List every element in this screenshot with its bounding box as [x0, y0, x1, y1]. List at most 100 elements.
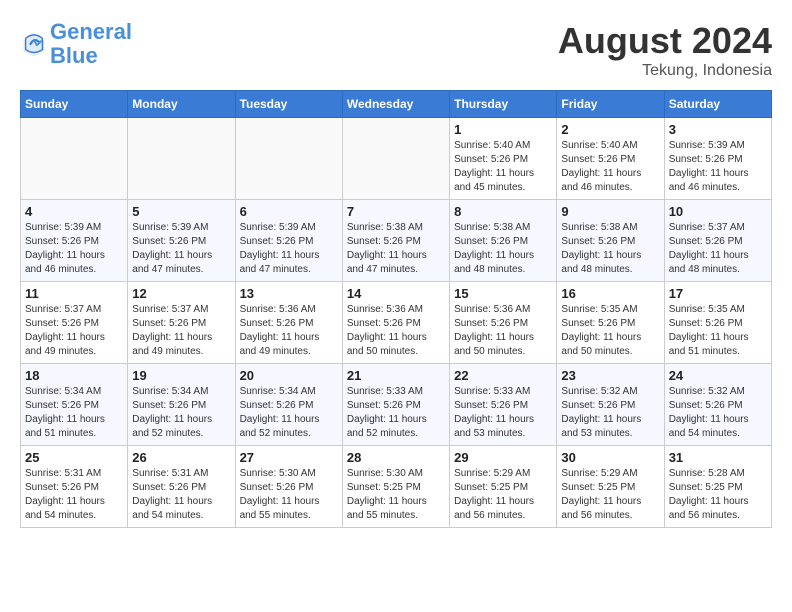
calendar-cell: 23 Sunrise: 5:32 AMSunset: 5:26 PMDayligh… [557, 364, 664, 446]
day-number: 23 [561, 368, 659, 383]
logo-text: General Blue [50, 20, 132, 68]
calendar-cell: 14 Sunrise: 5:36 AMSunset: 5:26 PMDayligh… [342, 282, 449, 364]
calendar-cell [342, 118, 449, 200]
logo-icon [20, 30, 48, 58]
day-number: 2 [561, 122, 659, 137]
calendar-cell: 13 Sunrise: 5:36 AMSunset: 5:26 PMDayligh… [235, 282, 342, 364]
day-info: Sunrise: 5:40 AMSunset: 5:26 PMDaylight:… [454, 139, 552, 195]
calendar-cell: 1 Sunrise: 5:40 AMSunset: 5:26 PMDaylight… [450, 118, 557, 200]
header-row: SundayMondayTuesdayWednesdayThursdayFrid… [21, 91, 772, 118]
logo: General Blue [20, 20, 132, 68]
calendar-cell: 7 Sunrise: 5:38 AMSunset: 5:26 PMDaylight… [342, 200, 449, 282]
day-info: Sunrise: 5:34 AMSunset: 5:26 PMDaylight:… [132, 385, 230, 441]
day-number: 15 [454, 286, 552, 301]
calendar-cell: 4 Sunrise: 5:39 AMSunset: 5:26 PMDaylight… [21, 200, 128, 282]
calendar-cell: 20Sunrise: 5:34 AMSunset: 5:26 PMDayligh… [235, 364, 342, 446]
calendar-cell [128, 118, 235, 200]
day-info: Sunrise: 5:36 AMSunset: 5:26 PMDaylight:… [347, 303, 445, 359]
calendar-body: 1 Sunrise: 5:40 AMSunset: 5:26 PMDaylight… [21, 118, 772, 528]
day-info: Sunrise: 5:28 AMSunset: 5:25 PMDaylight:… [669, 467, 767, 523]
header-tuesday: Tuesday [235, 91, 342, 118]
day-info: Sunrise: 5:39 AMSunset: 5:26 PMDaylight:… [25, 221, 123, 277]
day-number: 30 [561, 450, 659, 465]
week-row-3: 11 Sunrise: 5:37 AMSunset: 5:26 PMDayligh… [21, 282, 772, 364]
day-number: 20 [240, 368, 338, 383]
day-number: 25 [25, 450, 123, 465]
day-info: Sunrise: 5:29 AMSunset: 5:25 PMDaylight:… [454, 467, 552, 523]
day-info: Sunrise: 5:31 AMSunset: 5:26 PMDaylight:… [132, 467, 230, 523]
day-info: Sunrise: 5:31 AMSunset: 5:26 PMDaylight:… [25, 467, 123, 523]
day-info: Sunrise: 5:30 AMSunset: 5:25 PMDaylight:… [347, 467, 445, 523]
day-number: 10 [669, 204, 767, 219]
day-number: 6 [240, 204, 338, 219]
day-number: 7 [347, 204, 445, 219]
day-number: 4 [25, 204, 123, 219]
week-row-5: 25 Sunrise: 5:31 AMSunset: 5:26 PMDayligh… [21, 446, 772, 528]
day-info: Sunrise: 5:35 AMSunset: 5:26 PMDaylight:… [669, 303, 767, 359]
day-number: 28 [347, 450, 445, 465]
calendar-cell: 6Sunrise: 5:39 AMSunset: 5:26 PMDaylight… [235, 200, 342, 282]
day-info: Sunrise: 5:38 AMSunset: 5:26 PMDaylight:… [561, 221, 659, 277]
day-number: 8 [454, 204, 552, 219]
day-info: Sunrise: 5:30 AMSunset: 5:26 PMDaylight:… [240, 467, 338, 523]
day-number: 1 [454, 122, 552, 137]
calendar-cell: 15 Sunrise: 5:36 AMSunset: 5:26 PMDayligh… [450, 282, 557, 364]
header-friday: Friday [557, 91, 664, 118]
day-info: Sunrise: 5:37 AMSunset: 5:26 PMDaylight:… [25, 303, 123, 359]
day-info: Sunrise: 5:33 AMSunset: 5:26 PMDaylight:… [347, 385, 445, 441]
calendar-cell: 9 Sunrise: 5:38 AMSunset: 5:26 PMDaylight… [557, 200, 664, 282]
day-number: 26 [132, 450, 230, 465]
calendar-cell: 27 Sunrise: 5:30 AMSunset: 5:26 PMDayligh… [235, 446, 342, 528]
calendar-cell: 25 Sunrise: 5:31 AMSunset: 5:26 PMDayligh… [21, 446, 128, 528]
calendar-cell: 24Sunrise: 5:32 AMSunset: 5:26 PMDayligh… [664, 364, 771, 446]
day-number: 17 [669, 286, 767, 301]
calendar-cell: 11 Sunrise: 5:37 AMSunset: 5:26 PMDayligh… [21, 282, 128, 364]
day-number: 27 [240, 450, 338, 465]
day-info: Sunrise: 5:36 AMSunset: 5:26 PMDaylight:… [240, 303, 338, 359]
month-year-title: August 2024 [558, 20, 772, 62]
calendar-cell: 19 Sunrise: 5:34 AMSunset: 5:26 PMDayligh… [128, 364, 235, 446]
calendar-cell: 31Sunrise: 5:28 AMSunset: 5:25 PMDayligh… [664, 446, 771, 528]
day-number: 11 [25, 286, 123, 301]
day-info: Sunrise: 5:38 AMSunset: 5:26 PMDaylight:… [347, 221, 445, 277]
day-info: Sunrise: 5:37 AMSunset: 5:26 PMDaylight:… [132, 303, 230, 359]
day-info: Sunrise: 5:35 AMSunset: 5:26 PMDaylight:… [561, 303, 659, 359]
day-number: 21 [347, 368, 445, 383]
calendar-cell: 10 Sunrise: 5:37 AMSunset: 5:26 PMDayligh… [664, 200, 771, 282]
calendar-cell [21, 118, 128, 200]
day-number: 13 [240, 286, 338, 301]
day-info: Sunrise: 5:36 AMSunset: 5:26 PMDaylight:… [454, 303, 552, 359]
header-thursday: Thursday [450, 91, 557, 118]
calendar-header: SundayMondayTuesdayWednesdayThursdayFrid… [21, 91, 772, 118]
day-number: 18 [25, 368, 123, 383]
calendar-cell: 2 Sunrise: 5:40 AMSunset: 5:26 PMDaylight… [557, 118, 664, 200]
calendar-cell: 21 Sunrise: 5:33 AMSunset: 5:26 PMDayligh… [342, 364, 449, 446]
day-number: 5 [132, 204, 230, 219]
week-row-2: 4 Sunrise: 5:39 AMSunset: 5:26 PMDaylight… [21, 200, 772, 282]
calendar-cell: 22 Sunrise: 5:33 AMSunset: 5:26 PMDayligh… [450, 364, 557, 446]
header-monday: Monday [128, 91, 235, 118]
day-info: Sunrise: 5:33 AMSunset: 5:26 PMDaylight:… [454, 385, 552, 441]
calendar-cell: 30 Sunrise: 5:29 AMSunset: 5:25 PMDayligh… [557, 446, 664, 528]
calendar-cell: 16 Sunrise: 5:35 AMSunset: 5:26 PMDayligh… [557, 282, 664, 364]
calendar-cell: 8 Sunrise: 5:38 AMSunset: 5:26 PMDaylight… [450, 200, 557, 282]
day-info: Sunrise: 5:32 AMSunset: 5:26 PMDaylight:… [561, 385, 659, 441]
calendar-cell: 29Sunrise: 5:29 AMSunset: 5:25 PMDayligh… [450, 446, 557, 528]
header-sunday: Sunday [21, 91, 128, 118]
day-number: 12 [132, 286, 230, 301]
day-info: Sunrise: 5:34 AMSunset: 5:26 PMDaylight:… [25, 385, 123, 441]
day-number: 22 [454, 368, 552, 383]
day-number: 19 [132, 368, 230, 383]
day-info: Sunrise: 5:40 AMSunset: 5:26 PMDaylight:… [561, 139, 659, 195]
calendar-cell: 28 Sunrise: 5:30 AMSunset: 5:25 PMDayligh… [342, 446, 449, 528]
calendar-cell: 17 Sunrise: 5:35 AMSunset: 5:26 PMDayligh… [664, 282, 771, 364]
day-number: 16 [561, 286, 659, 301]
day-info: Sunrise: 5:29 AMSunset: 5:25 PMDaylight:… [561, 467, 659, 523]
day-info: Sunrise: 5:38 AMSunset: 5:26 PMDaylight:… [454, 221, 552, 277]
day-number: 9 [561, 204, 659, 219]
day-number: 14 [347, 286, 445, 301]
day-number: 24 [669, 368, 767, 383]
calendar-cell: 18 Sunrise: 5:34 AMSunset: 5:26 PMDayligh… [21, 364, 128, 446]
day-number: 3 [669, 122, 767, 137]
day-info: Sunrise: 5:37 AMSunset: 5:26 PMDaylight:… [669, 221, 767, 277]
